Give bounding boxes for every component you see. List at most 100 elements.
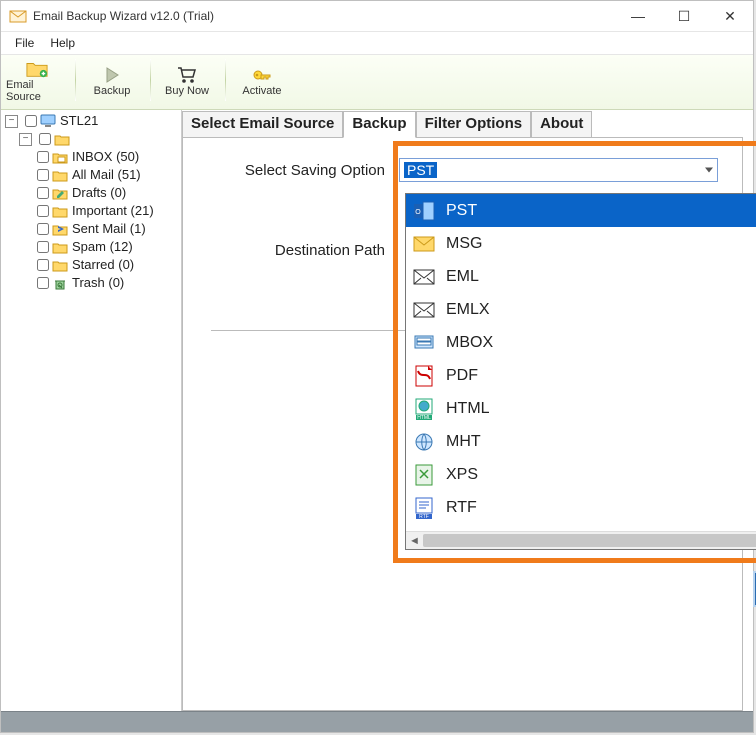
folder-checkbox[interactable] <box>37 259 49 271</box>
saving-option-label: Select Saving Option <box>207 162 399 179</box>
tree-account[interactable]: − <box>19 130 179 148</box>
folder-label: Drafts (0) <box>72 184 126 202</box>
dropdown-option-html[interactable]: HTMLHTML <box>406 392 756 425</box>
folder-label: Starred (0) <box>72 256 134 274</box>
mht-icon <box>412 431 436 453</box>
maximize-button[interactable]: ☐ <box>661 1 707 31</box>
folder-icon <box>52 276 68 290</box>
key-icon <box>251 65 273 85</box>
svg-text:HTML: HTML <box>417 415 431 420</box>
tree-root-label: STL21 <box>60 112 98 130</box>
cart-icon <box>176 65 198 85</box>
tree-account-checkbox[interactable] <box>39 133 51 145</box>
combo-value: PST <box>404 162 437 178</box>
option-label: MBOX <box>446 334 493 352</box>
hscrollbar-thumb[interactable] <box>423 534 756 547</box>
msg-icon <box>412 233 436 255</box>
option-label: PST <box>446 202 477 220</box>
menu-file[interactable]: File <box>7 34 42 52</box>
tab-select-source[interactable]: Select Email Source <box>182 111 343 138</box>
tool-backup[interactable]: Backup <box>80 57 144 105</box>
folder-checkbox[interactable] <box>37 241 49 253</box>
dropdown-option-pst[interactable]: O PST <box>406 194 756 227</box>
dropdown-option-eml[interactable]: EML <box>406 260 756 293</box>
tab-panel-backup: Select Saving Option PST ... Destination… <box>182 137 743 711</box>
destination-label: Destination Path <box>207 242 399 259</box>
folder-tree[interactable]: − STL21 − <box>1 110 182 711</box>
folder-icon <box>52 204 68 218</box>
tree-folder[interactable]: Important (21) <box>33 202 179 220</box>
scroll-left-icon[interactable]: ◄ <box>406 535 423 547</box>
pst-icon: O <box>412 200 436 222</box>
option-label: XPS <box>446 466 478 484</box>
computer-icon <box>40 114 56 128</box>
play-icon <box>101 65 123 85</box>
tab-backup[interactable]: Backup <box>343 111 415 138</box>
dropdown-option-rtf[interactable]: RTF RTF <box>406 491 756 524</box>
folder-checkbox[interactable] <box>37 169 49 181</box>
option-label: MSG <box>446 235 482 253</box>
tab-strip: Select Email Source Backup Filter Option… <box>182 110 743 137</box>
saving-option-combo[interactable]: PST <box>399 158 718 182</box>
tree-folder[interactable]: Trash (0) <box>33 274 179 292</box>
folder-checkbox[interactable] <box>37 223 49 235</box>
folder-checkbox[interactable] <box>37 187 49 199</box>
separator <box>75 59 76 101</box>
folder-label: INBOX (50) <box>72 148 139 166</box>
tool-activate[interactable]: Activate <box>230 57 294 105</box>
dropdown-option-mbox[interactable]: MBOX <box>406 326 756 359</box>
eml-icon <box>412 266 436 288</box>
option-label: EMLX <box>446 301 490 319</box>
dropdown-hscrollbar[interactable]: ◄ ► <box>406 531 756 549</box>
svg-text:RTF: RTF <box>419 514 429 519</box>
close-button[interactable]: ✕ <box>707 1 753 31</box>
folder-checkbox[interactable] <box>37 151 49 163</box>
dropdown-option-pdf[interactable]: PDF <box>406 359 756 392</box>
tree-folder[interactable]: Sent Mail (1) <box>33 220 179 238</box>
tab-filter[interactable]: Filter Options <box>416 111 532 138</box>
tree-folder[interactable]: Spam (12) <box>33 238 179 256</box>
folder-icon <box>52 168 68 182</box>
chevron-down-icon <box>705 168 713 173</box>
tree-folder[interactable]: Starred (0) <box>33 256 179 274</box>
menu-bar: File Help <box>1 32 753 55</box>
tree-root-checkbox[interactable] <box>25 115 37 127</box>
tree-folder[interactable]: INBOX (50) <box>33 148 179 166</box>
tool-email-source[interactable]: Email Source <box>5 57 69 105</box>
html-icon: HTML <box>412 398 436 420</box>
tool-buy-now[interactable]: Buy Now <box>155 57 219 105</box>
tree-folder[interactable]: Drafts (0) <box>33 184 179 202</box>
folder-label: Trash (0) <box>72 274 124 292</box>
folder-label: Important (21) <box>72 202 154 220</box>
emlx-icon <box>412 299 436 321</box>
tab-about[interactable]: About <box>531 111 592 138</box>
folder-icon <box>52 258 68 272</box>
separator <box>225 59 226 101</box>
folder-label: Spam (12) <box>72 238 133 256</box>
collapse-icon[interactable]: − <box>5 115 18 128</box>
dropdown-option-mht[interactable]: MHT <box>406 425 756 458</box>
minimize-button[interactable]: — <box>615 1 661 31</box>
toolbar: Email Source Backup Buy Now <box>1 55 753 110</box>
folder-checkbox[interactable] <box>37 277 49 289</box>
dropdown-option-msg[interactable]: MSG <box>406 227 756 260</box>
option-label: RTF <box>446 499 477 517</box>
dropdown-option-emlx[interactable]: EMLX <box>406 293 756 326</box>
collapse-icon[interactable]: − <box>19 133 32 146</box>
mbox-icon <box>412 332 436 354</box>
xps-icon <box>412 464 436 486</box>
app-icon <box>9 7 27 25</box>
folder-label: All Mail (51) <box>72 166 141 184</box>
tool-label: Activate <box>242 85 281 97</box>
tree-folder[interactable]: All Mail (51) <box>33 166 179 184</box>
title-bar: Email Backup Wizard v12.0 (Trial) — ☐ ✕ <box>1 1 753 32</box>
menu-help[interactable]: Help <box>42 34 83 52</box>
divider <box>211 330 411 331</box>
tree-root[interactable]: − STL21 <box>5 112 179 130</box>
content-area: Select Email Source Backup Filter Option… <box>182 110 753 711</box>
dropdown-option-xps[interactable]: XPS <box>406 458 756 491</box>
saving-option-dropdown[interactable]: OPSTMSGEMLEMLXMBOXPDFHTMLHTMLMHTXPSRTFRT… <box>405 193 756 550</box>
folder-icon <box>52 222 68 236</box>
folder-checkbox[interactable] <box>37 205 49 217</box>
separator <box>150 59 151 101</box>
